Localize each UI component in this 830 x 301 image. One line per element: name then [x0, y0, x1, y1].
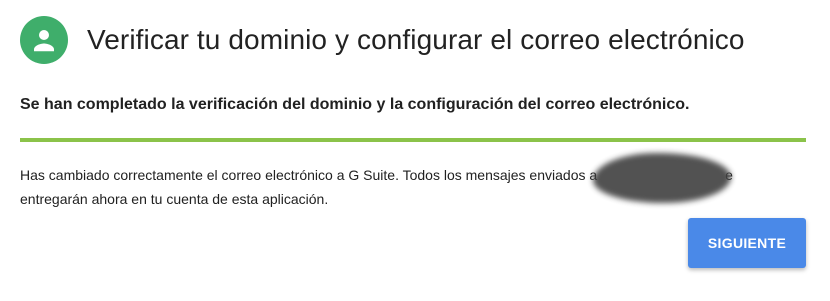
divider [20, 138, 806, 142]
redaction-blob [593, 153, 732, 203]
message-line-1: Has cambiado correctamente el correo ele… [20, 153, 810, 203]
confirmation-message: Has cambiado correctamente el correo ele… [20, 153, 810, 211]
next-button[interactable]: SIGUIENTE [688, 218, 806, 268]
redacted-area [593, 153, 732, 203]
avatar [20, 16, 68, 64]
person-icon [34, 30, 54, 52]
page-header: Verificar tu dominio y configurar el cor… [20, 16, 745, 64]
page-title: Verificar tu dominio y configurar el cor… [87, 24, 745, 55]
status-heading: Se han completado la verificación del do… [20, 96, 690, 113]
message-text-start: Has cambiado correctamente el correo ele… [20, 167, 598, 183]
